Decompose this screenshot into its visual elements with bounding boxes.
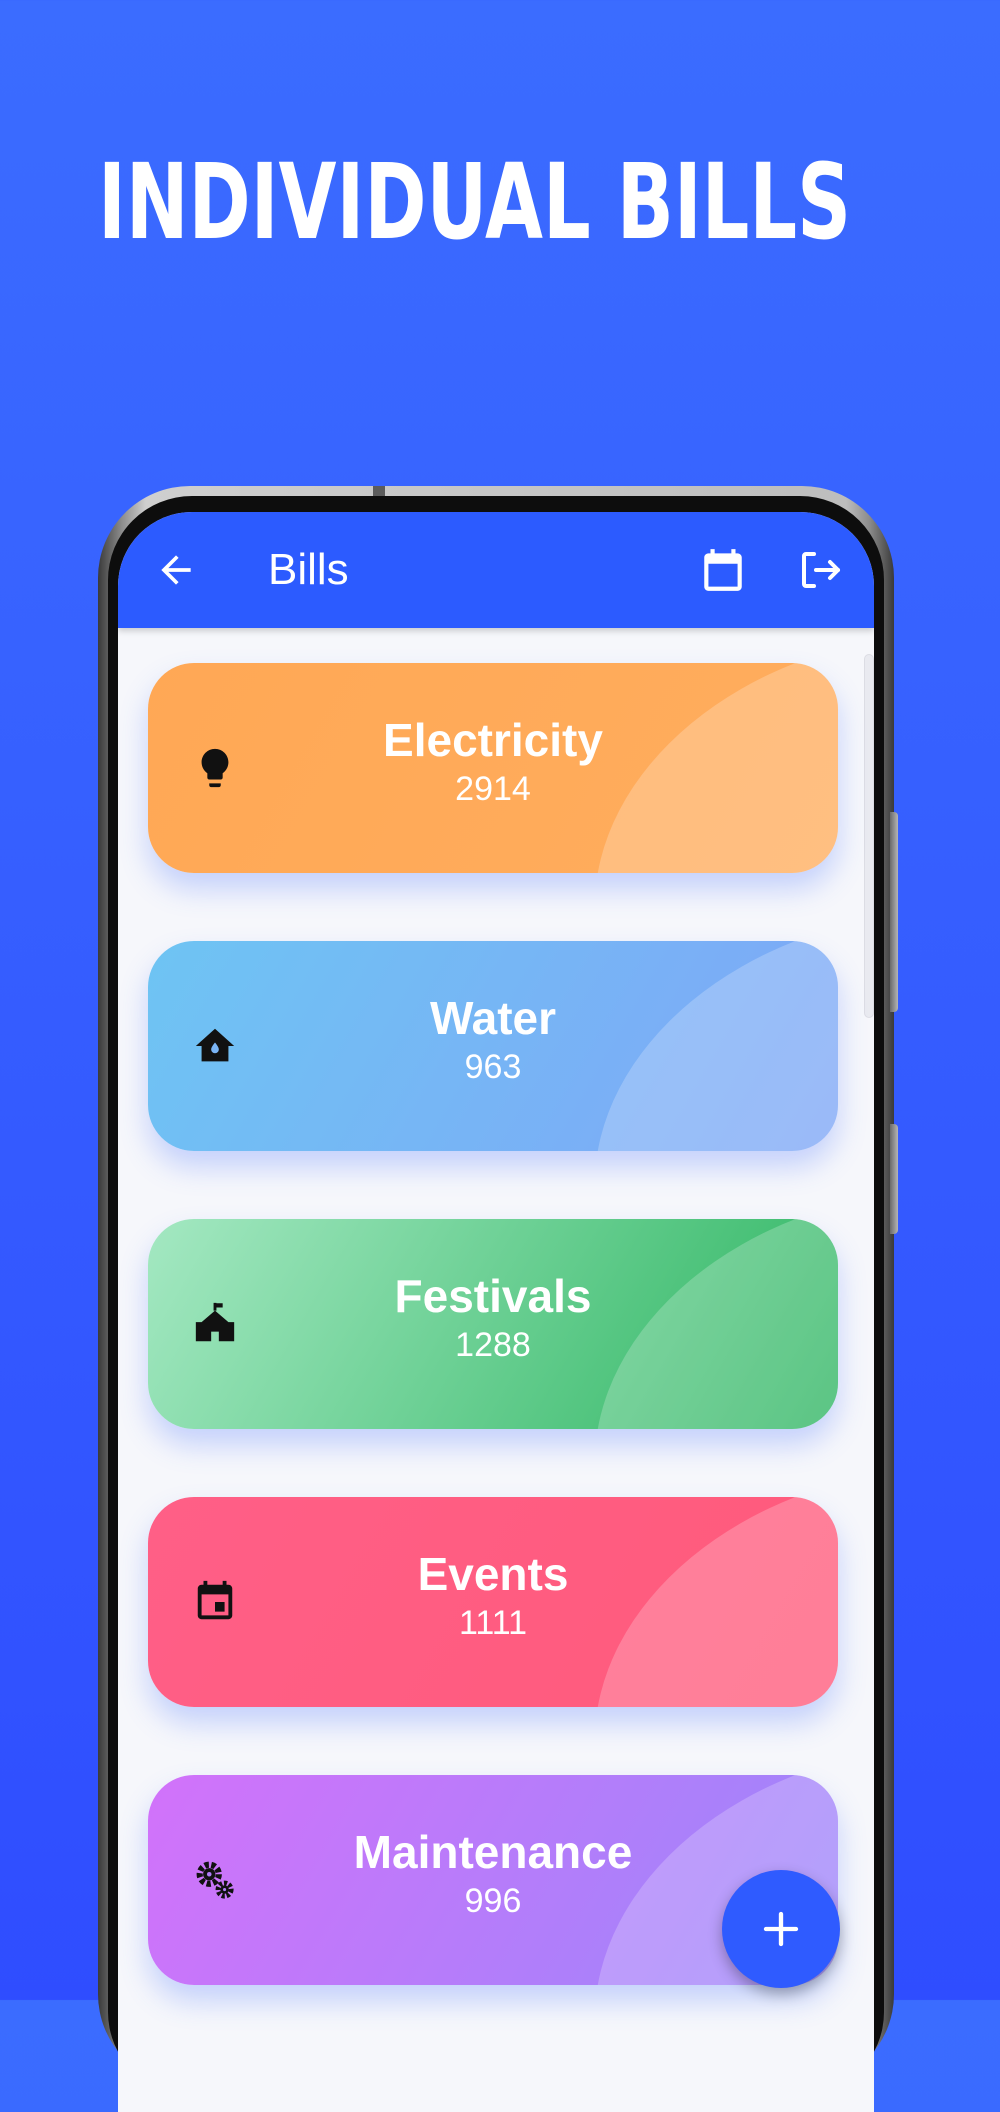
bill-name: Electricity — [383, 714, 603, 766]
bill-card-festivals[interactable]: Festivals 1288 — [148, 1219, 838, 1429]
plus-icon — [763, 1911, 799, 1947]
bill-name: Events — [417, 1548, 569, 1600]
bill-card-water[interactable]: Water 963 — [148, 941, 838, 1151]
bill-name: Festivals — [394, 1270, 592, 1322]
add-bill-button[interactable] — [722, 1870, 840, 1988]
card-decoration — [561, 1219, 838, 1429]
arrow-back-icon[interactable] — [154, 548, 198, 592]
bill-name: Maintenance — [353, 1826, 633, 1878]
phone-volume-button — [890, 812, 898, 1012]
app-bar: Bills — [118, 512, 874, 628]
card-decoration — [561, 941, 838, 1151]
card-decoration — [561, 1497, 838, 1707]
logout-icon[interactable] — [796, 546, 844, 594]
phone-notch — [373, 486, 385, 496]
phone-power-button — [890, 1124, 898, 1234]
scrollbar[interactable] — [864, 654, 874, 1018]
bill-amount: 963 — [464, 1048, 522, 1086]
bill-name: Water — [429, 992, 557, 1044]
calendar-icon[interactable] — [698, 544, 748, 596]
bill-amount: 1111 — [458, 1604, 528, 1642]
app-screen: Bills Electricity 2914 Water 963 Festiva… — [118, 512, 874, 2112]
page-title: Bills — [268, 545, 349, 594]
bill-amount: 1288 — [455, 1326, 531, 1364]
bill-card-events[interactable]: Events 1111 — [148, 1497, 838, 1707]
bill-amount: 2914 — [455, 770, 531, 808]
card-decoration — [561, 663, 838, 873]
promo-headline: INDIVIDUAL BILLS — [98, 141, 852, 263]
bill-card-electricity[interactable]: Electricity 2914 — [148, 663, 838, 873]
